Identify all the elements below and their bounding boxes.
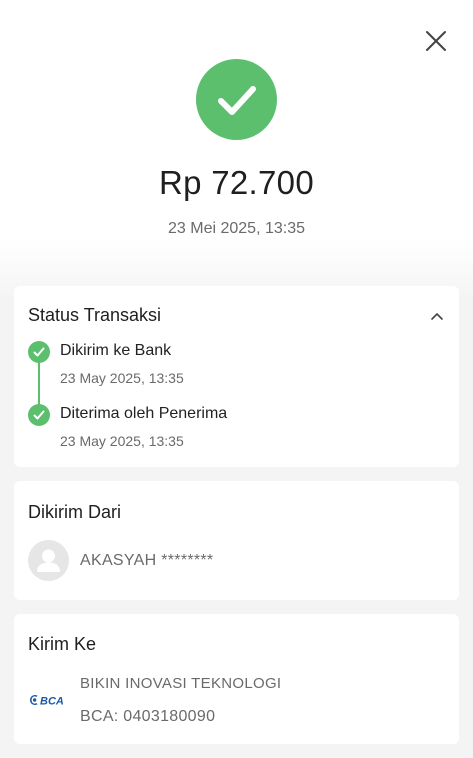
sender-title: Dikirim Dari [28,502,121,522]
transaction-datetime: 23 Mei 2025, 13:35 [168,220,305,237]
account-number: BCA: 0403180090 [80,708,216,725]
collapse-toggle-button[interactable] [427,308,447,324]
recipient-title: Kirim Ke [28,634,97,654]
status-card: Status Transaksi Dikirim ke Bank 23 May … [14,286,459,467]
transaction-amount: Rp 72.700 [159,164,314,201]
step-time: 23 May 2025, 13:35 [60,370,184,386]
bca-logo-icon: BCA [28,692,68,708]
status-title: Status Transaksi [28,305,162,325]
recipient-name: BIKIN INOVASI TEKNOLOGI [80,675,282,692]
sender-card: Dikirim Dari AKASYAH ******** [14,481,459,600]
chevron-up-icon [431,313,443,320]
step-label: Dikirim ke Bank [60,342,172,359]
close-icon [426,31,446,51]
step-check-icon [28,404,50,426]
success-check-icon [196,59,277,140]
recipient-card: Kirim Ke BCA BIKIN INOVASI TEKNOLOGI BCA… [14,614,459,744]
step-label: Diterima oleh Penerima [60,405,228,422]
sender-name: AKASYAH ******** [80,552,214,569]
close-button[interactable] [423,28,449,54]
svg-text:BCA: BCA [40,696,64,708]
user-avatar-icon [28,540,69,581]
step-check-icon [28,341,50,363]
step-time: 23 May 2025, 13:35 [60,433,184,449]
